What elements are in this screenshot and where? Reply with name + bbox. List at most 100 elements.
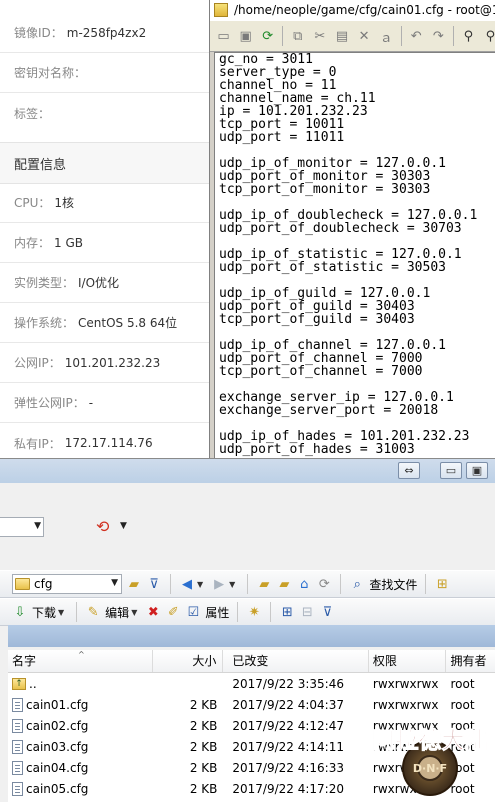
edit-icon[interactable]: ✎ bbox=[85, 604, 101, 620]
info-row-image-id: 镜像ID： m-258fp4zx2 bbox=[0, 13, 210, 53]
info-key: 标签： bbox=[14, 106, 51, 121]
editor-line: exchange_server_port = 20018 bbox=[219, 403, 439, 418]
cut-icon[interactable]: ✂ bbox=[310, 26, 329, 46]
info-row-public-ip: 公网IP： 101.201.232.23 bbox=[0, 343, 210, 383]
toolbar-separator bbox=[400, 26, 402, 46]
column-header-owner[interactable]: 拥有者 bbox=[446, 650, 495, 672]
editor-line: udp_port_of_hades = 31003 bbox=[219, 442, 415, 457]
file-name: cain04.cfg bbox=[26, 760, 89, 775]
file-manager-titlebar[interactable]: ⇔ ▭ ▣ bbox=[0, 459, 495, 483]
file-name: cain01.cfg bbox=[26, 697, 89, 712]
toolbar-separator bbox=[425, 574, 427, 594]
path-label: cfg bbox=[34, 577, 53, 591]
info-key: 公网IP： bbox=[14, 356, 61, 370]
properties-icon[interactable]: ☑ bbox=[185, 604, 201, 620]
back-icon[interactable]: ◀ bbox=[179, 576, 195, 592]
editor-line: udp_port_of_doublecheck = 30703 bbox=[219, 221, 462, 236]
tree-icon[interactable]: ⊞ bbox=[434, 576, 450, 592]
chevron-down-icon[interactable]: ▼ bbox=[229, 580, 235, 589]
filter-icon[interactable]: ⊽ bbox=[146, 576, 162, 592]
info-key: 操作系统： bbox=[14, 316, 75, 330]
toolbar-separator bbox=[282, 26, 284, 46]
editor-text-area[interactable]: gc_no = 3011 server_type = 0 channel_no = … bbox=[214, 52, 495, 462]
download-icon[interactable]: ⇩ bbox=[12, 604, 28, 620]
info-value: 1 GB bbox=[54, 235, 83, 250]
refresh-icon[interactable]: ⟳ bbox=[258, 26, 277, 46]
column-header-modified[interactable]: 已改变 bbox=[223, 650, 369, 672]
file-size: 2 KB bbox=[189, 781, 218, 796]
properties-button[interactable]: 属性 bbox=[205, 604, 229, 621]
logo-title: 阿拉德大陆 bbox=[373, 727, 488, 754]
toolbar-separator bbox=[452, 26, 454, 46]
delete-icon[interactable]: ✕ bbox=[355, 26, 374, 46]
editor-line: tcp_port_of_monitor = 30303 bbox=[219, 182, 431, 197]
file-modified: 2017/9/22 4:12:47 bbox=[232, 718, 344, 733]
editor-line: tcp_port_of_guild = 30403 bbox=[219, 312, 415, 327]
column-header-size[interactable]: 大小 bbox=[153, 650, 224, 672]
info-value: I/O优化 bbox=[78, 276, 120, 290]
toolbar-separator bbox=[170, 574, 171, 594]
forward-icon[interactable]: ▶ bbox=[211, 576, 227, 592]
file-permissions: rwxrwxrwx bbox=[372, 676, 439, 691]
column-header-permissions[interactable]: 权限 bbox=[369, 650, 447, 672]
edit-button[interactable]: 编辑 bbox=[105, 604, 129, 621]
copy-icon[interactable]: ⧉ bbox=[288, 26, 307, 46]
info-value: 1核 bbox=[54, 196, 75, 210]
maximize-icon[interactable]: ▣ bbox=[466, 462, 488, 479]
restore-icon[interactable]: ⇔ bbox=[398, 462, 420, 479]
toolbar-separator bbox=[247, 574, 249, 594]
session-combo[interactable]: ▼ bbox=[0, 517, 44, 537]
parent-directory-icon: ↑ bbox=[12, 677, 26, 690]
redo-icon[interactable]: ↷ bbox=[429, 26, 448, 46]
info-key: 内存： bbox=[14, 236, 51, 250]
file-owner: root bbox=[450, 676, 475, 691]
find-files-icon[interactable]: ⌕ bbox=[349, 576, 365, 592]
info-value: CentOS 5.8 64位 bbox=[78, 316, 178, 330]
table-row[interactable]: ↑.. 2017/9/22 3:35:46 rwxrwxrwx root bbox=[8, 673, 495, 694]
download-button[interactable]: 下载 bbox=[32, 604, 56, 621]
editor-titlebar[interactable]: /home/neople/game/cfg/cain01.cfg - root@… bbox=[210, 0, 495, 20]
info-row-elastic-ip: 弹性公网IP： - bbox=[0, 383, 210, 423]
file-modified: 2017/9/22 4:14:11 bbox=[232, 739, 344, 754]
dnf-logo-watermark: 阿拉德大陆 D·N·F bbox=[372, 727, 488, 796]
editor-line: udp_port_of_statistic = 30503 bbox=[219, 260, 446, 275]
file-actions-toolbar: ⇩ 下载 ▼ ✎ 编辑 ▼ ✖ ✐ ☑ 属性 ✷ ⊞ ⊟ ⊽ bbox=[0, 598, 495, 626]
rename-icon[interactable]: ✐ bbox=[165, 604, 181, 620]
select-all-icon[interactable]: ａ bbox=[377, 26, 396, 46]
paste-icon[interactable]: ▤ bbox=[332, 26, 351, 46]
editor-toolbar: ▭ ▣ ⟳ ⧉ ✂ ▤ ✕ ａ ↶ ↷ ⚲ ⚲ bbox=[210, 20, 495, 52]
delete-icon[interactable]: ✖ bbox=[145, 604, 161, 620]
home-icon[interactable]: ⌂ bbox=[296, 576, 312, 592]
find-next-icon[interactable]: ⚲ bbox=[481, 26, 495, 46]
undo-icon[interactable]: ↶ bbox=[407, 26, 426, 46]
chevron-down-icon[interactable]: ▼ bbox=[120, 521, 127, 531]
file-modified: 2017/9/22 4:16:33 bbox=[232, 760, 344, 775]
find-files-button[interactable]: 查找文件 bbox=[369, 576, 417, 593]
root-folder-icon[interactable]: ▰ bbox=[276, 576, 292, 592]
select-all-icon[interactable]: ⊞ bbox=[279, 604, 295, 620]
open-folder-icon[interactable]: ▰ bbox=[126, 576, 142, 592]
column-header-name[interactable]: 名字 ^ bbox=[8, 650, 154, 672]
info-key: 实例类型： bbox=[14, 276, 75, 290]
info-value: - bbox=[88, 395, 94, 410]
minimize-icon[interactable]: ▭ bbox=[440, 462, 462, 479]
file-manager-menubar bbox=[0, 483, 495, 503]
info-row-tags: 标签： bbox=[0, 93, 210, 133]
chevron-down-icon[interactable]: ▼ bbox=[58, 608, 64, 617]
editor-line: udp_port = 11011 bbox=[219, 130, 345, 145]
info-key: CPU： bbox=[14, 196, 51, 210]
sync-icon[interactable]: ⟲ bbox=[96, 517, 118, 537]
new-folder-icon[interactable]: ✷ bbox=[246, 604, 262, 620]
chevron-down-icon[interactable]: ▼ bbox=[197, 580, 203, 589]
chevron-down-icon[interactable]: ▼ bbox=[131, 608, 137, 617]
save-icon[interactable]: ▣ bbox=[236, 26, 255, 46]
find-icon[interactable]: ⚲ bbox=[459, 26, 478, 46]
invert-selection-icon[interactable]: ⊽ bbox=[319, 604, 335, 620]
refresh-icon[interactable]: ⟳ bbox=[316, 576, 332, 592]
deselect-icon[interactable]: ⊟ bbox=[299, 604, 315, 620]
file-size: 2 KB bbox=[189, 718, 218, 733]
path-combo[interactable]: cfg ▼ bbox=[12, 574, 122, 594]
parent-folder-icon[interactable]: ▰ bbox=[256, 576, 272, 592]
new-file-icon[interactable]: ▭ bbox=[214, 26, 233, 46]
editor-line: tcp_port_of_channel = 7000 bbox=[219, 364, 423, 379]
